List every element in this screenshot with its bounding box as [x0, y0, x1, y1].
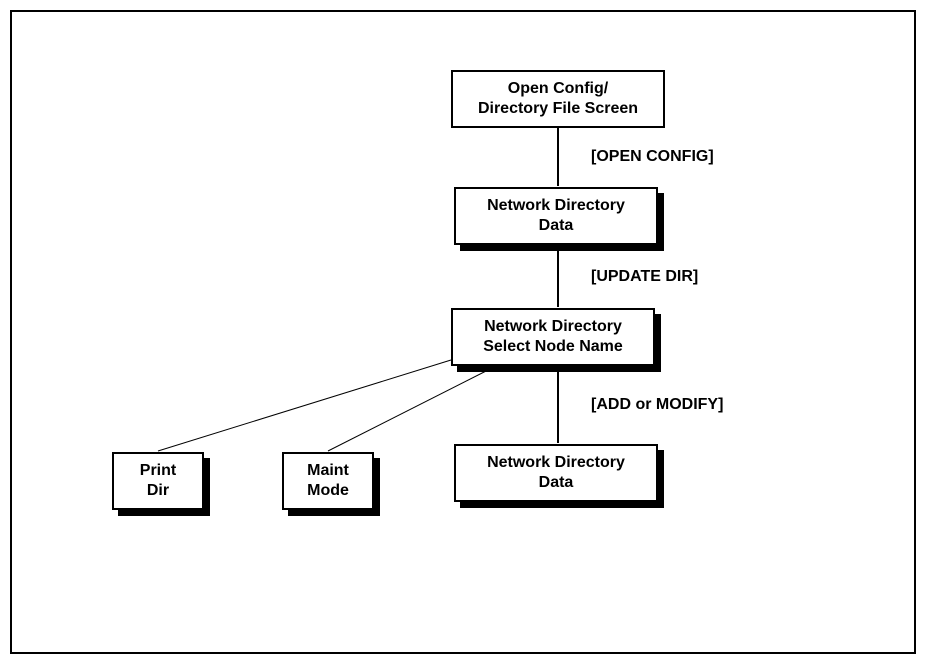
print-dir-line1: Print: [140, 462, 176, 479]
net-dir-select-line2: Select Node Name: [483, 338, 623, 355]
edge-label-add-or-modify: [ADD or MODIFY]: [591, 396, 723, 414]
net-dir-data-2-line1: Network Directory: [487, 454, 625, 471]
box-network-directory-select-node-name: Network Directory Select Node Name: [451, 308, 655, 366]
maint-mode-line2: Mode: [307, 482, 349, 499]
net-dir-data-2-line2: Data: [539, 474, 574, 491]
box-open-config-directory-file-screen: Open Config/ Directory File Screen: [451, 70, 665, 128]
box-network-directory-data-bottom: Network Directory Data: [454, 444, 658, 502]
maint-mode-line1: Maint: [307, 462, 349, 479]
box-network-directory-data-top: Network Directory Data: [454, 187, 658, 245]
box-open-config-line2: Directory File Screen: [478, 100, 638, 117]
print-dir-line2: Dir: [147, 482, 169, 499]
box-open-config-line1: Open Config/: [508, 80, 608, 97]
box-maint-mode: Maint Mode: [282, 452, 374, 510]
net-dir-data-1-line2: Data: [539, 217, 574, 234]
net-dir-select-line1: Network Directory: [484, 318, 622, 335]
box-print-dir: Print Dir: [112, 452, 204, 510]
net-dir-data-1-line1: Network Directory: [487, 197, 625, 214]
diagram-page: Open Config/ Directory File Screen Netwo…: [0, 0, 928, 665]
edge-label-open-config: [OPEN CONFIG]: [591, 148, 714, 166]
edge-label-update-dir: [UPDATE DIR]: [591, 268, 698, 286]
